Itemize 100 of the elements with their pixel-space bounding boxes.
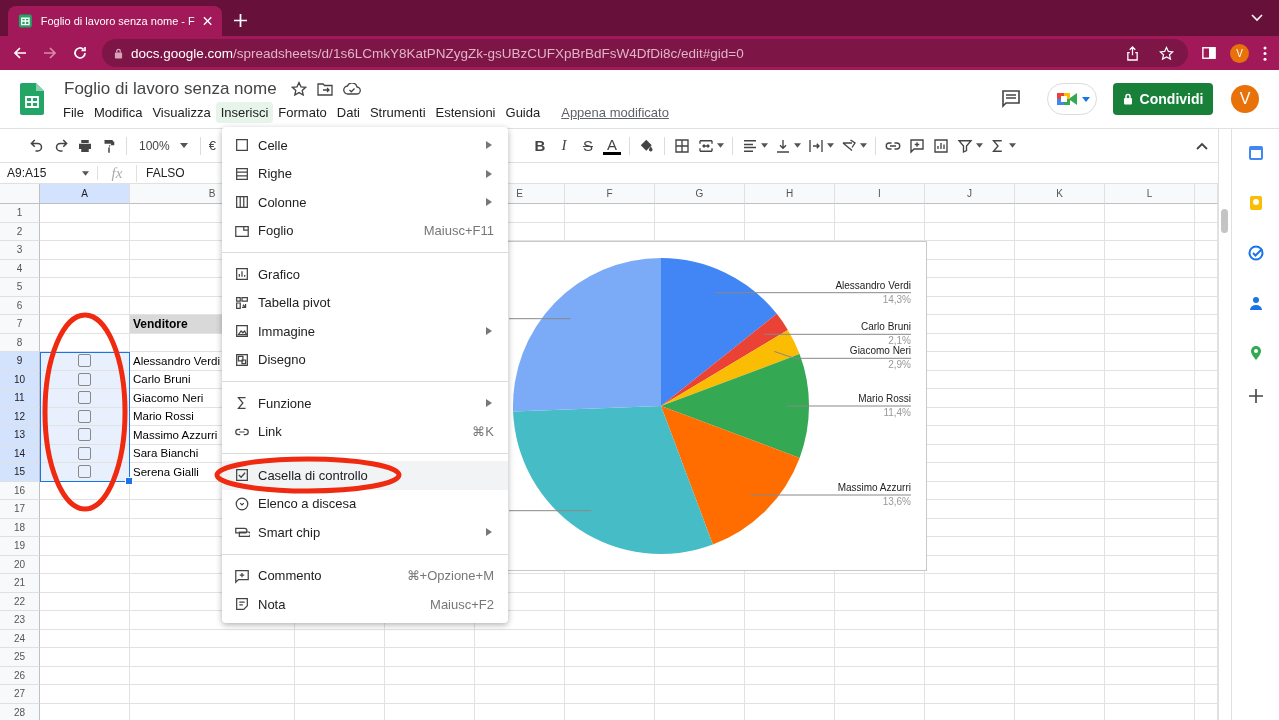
caret-icon[interactable] [793,143,801,148]
chevron-down-icon[interactable] [1251,14,1263,22]
back-icon[interactable] [12,45,28,61]
menu-item[interactable]: Formato [273,102,332,123]
forward-icon[interactable] [42,45,58,61]
caret-icon[interactable] [1008,143,1016,148]
column-header[interactable]: A [40,184,130,204]
add-icon[interactable] [1248,389,1263,403]
column-header[interactable]: L [1105,184,1195,204]
square-icon [234,137,250,154]
row-header[interactable]: 3 [0,241,40,260]
menu-item[interactable]: Estensioni [430,102,501,123]
share-icon[interactable] [1126,45,1139,61]
row-header[interactable]: 1 [0,204,40,223]
slice-label: Giacomo Neri [849,345,911,357]
calendar-icon[interactable] [1247,145,1264,161]
sheets-logo-icon[interactable] [20,83,44,115]
folder-icon[interactable] [316,82,333,96]
cloud-icon[interactable] [342,83,361,95]
checkbox[interactable] [78,354,91,368]
menu-item[interactable]: Modifica [88,102,148,123]
pivot-icon [234,294,250,311]
row-header[interactable]: 5 [0,278,40,297]
row-header[interactable]: 23 [0,611,40,630]
submenu-arrow-icon [486,198,492,207]
row-header[interactable]: 21 [0,574,40,593]
last-edit-link[interactable]: Appena modificato [561,105,669,120]
submenu-arrow-icon [486,399,492,408]
menu-option[interactable]: Nota Maiusc+F2 [222,590,508,619]
currency-button[interactable]: € [208,138,216,153]
menu-option[interactable]: Commento ⌘+Opzione+M [222,561,508,590]
menu-option[interactable]: Celle [222,131,508,160]
strikethrough-button[interactable]: S [578,137,597,154]
column-header[interactable]: F [565,184,655,204]
browser-tab[interactable]: Foglio di lavoro senza nome - F [8,6,222,36]
caret-icon[interactable] [859,143,867,148]
row-header[interactable]: 15 [0,463,40,482]
row-header[interactable]: 19 [0,537,40,556]
menu-option[interactable]: Smart chip [222,518,508,547]
menu-item[interactable]: Dati [331,102,365,123]
row-header[interactable]: 17 [0,500,40,519]
comment-icon[interactable] [907,136,926,155]
column-header[interactable]: I [835,184,925,204]
reload-icon[interactable] [72,45,88,61]
menu-item[interactable]: Guida [500,102,546,123]
collapse-icon[interactable] [1196,141,1208,150]
checkbox[interactable] [78,428,91,442]
scrollbar-thumb[interactable] [1221,209,1228,233]
row-header[interactable]: 27 [0,685,40,704]
menu-option[interactable]: Foglio Maiusc+F11 [222,216,508,245]
borders-icon[interactable] [672,136,691,155]
comment-icon[interactable] [1001,89,1021,109]
chart-icon[interactable] [931,136,950,155]
column-header[interactable]: H [745,184,835,204]
checkbox[interactable] [78,465,91,479]
bold-button[interactable]: B [530,137,549,154]
close-icon[interactable] [202,16,212,26]
row-header[interactable]: 9 [0,352,40,371]
menu-item[interactable]: File [58,102,89,123]
tasks-icon[interactable] [1247,245,1264,261]
caret-icon[interactable] [716,143,724,148]
menu-option[interactable]: Tabella pivot [222,288,508,317]
caret-icon [179,143,188,148]
more-icon[interactable] [1263,45,1267,61]
column-header[interactable]: K [1015,184,1105,204]
row-header[interactable]: 11 [0,389,40,408]
zoom-dropdown[interactable]: 100% [135,138,192,153]
menu-option[interactable]: Grafico [222,260,508,289]
column-header[interactable]: G [655,184,745,204]
chart-card[interactable]: Alessandro Verdi 14,3% Carlo Bruni 2,1% Giacomo Neri 2,9% Mario Rossi 11,4% Massimo Azzurri 13,6% [508,241,927,571]
star-icon[interactable] [290,81,307,97]
menu-item[interactable]: Strumenti [364,102,431,123]
checkbox[interactable] [78,446,91,460]
formula-field[interactable]: FALSO [137,166,185,180]
address-field[interactable]: docs.google.com/spreadsheets/d/1s6LCmkY8KatPNZygZk-gsUBzCUFXpBrBdFsW4DfDi8c/edit#gid=0 [102,39,1188,67]
share-button[interactable]: Condividi [1113,83,1213,115]
caret-icon[interactable] [975,143,983,148]
menu-item[interactable]: Visualizza [147,102,216,123]
slice-percentage: 2,1% [888,335,911,347]
text-color-button[interactable]: A [602,136,621,155]
name-box[interactable]: A9:A15 [0,166,98,180]
column-header[interactable]: J [925,184,1015,204]
checkbox[interactable] [78,372,91,386]
document-title[interactable]: Foglio di lavoro senza nome [64,79,277,99]
sidebar-icon[interactable] [1202,46,1216,60]
row-header[interactable]: 7 [0,315,40,334]
new-tab-icon[interactable] [234,14,247,27]
spreadsheet-icon [18,13,33,29]
fill-handle[interactable] [125,477,133,485]
caret-icon[interactable] [826,143,834,148]
contacts-icon[interactable] [1247,295,1264,311]
checkbox[interactable] [78,391,91,405]
caret-icon[interactable] [760,143,768,148]
slice-label: Alessandro Verdi [835,279,911,291]
checkbox[interactable] [78,409,91,423]
italic-button[interactable]: I [554,137,573,154]
row-header[interactable]: 25 [0,648,40,667]
menu-item[interactable]: Inserisci [215,102,274,123]
row-header[interactable]: 13 [0,426,40,445]
menu-option[interactable]: Elenco a discesa [222,489,508,518]
